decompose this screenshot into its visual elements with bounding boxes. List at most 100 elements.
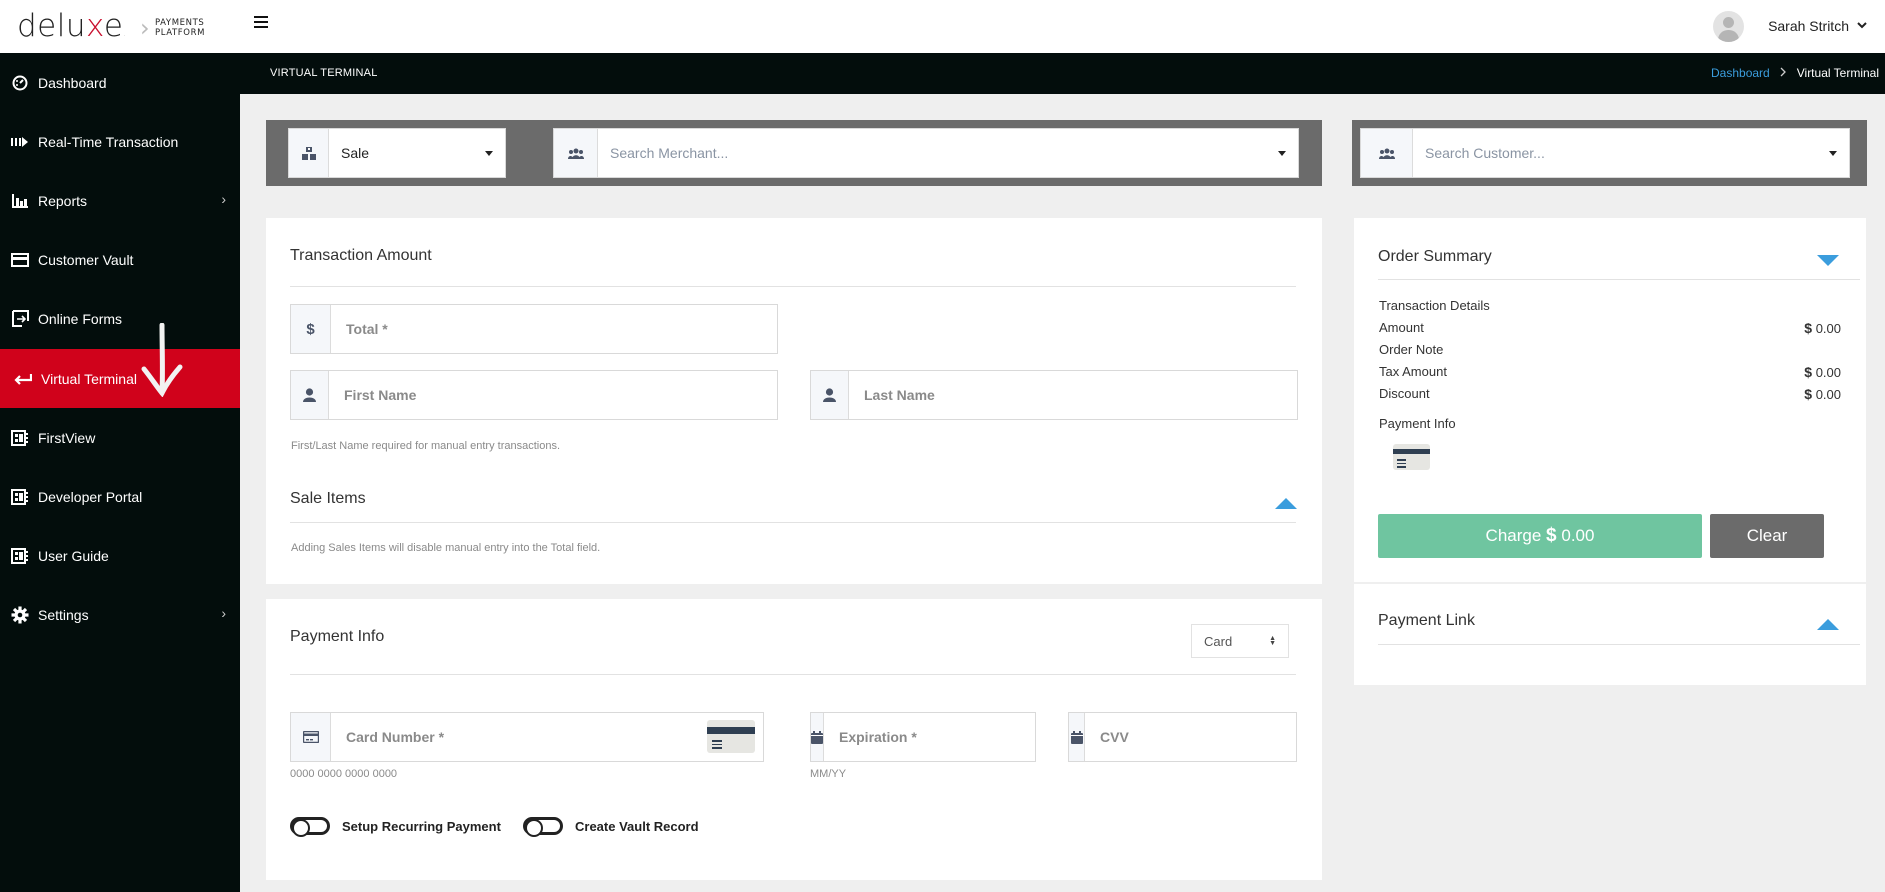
- user-name: Sarah Stritch: [1768, 18, 1849, 34]
- cvv-field[interactable]: [1068, 712, 1297, 762]
- toggle-switch[interactable]: [523, 817, 563, 837]
- sale-items-hint: Adding Sales Items will disable manual e…: [291, 542, 601, 554]
- sidebar-item-dashboard[interactable]: Dashboard: [0, 53, 240, 112]
- transaction-amount-title: Transaction Amount: [290, 247, 432, 264]
- sidebar-item-customer-vault[interactable]: Customer Vault: [0, 230, 240, 289]
- page-title: VIRTUAL TERMINAL: [270, 67, 378, 79]
- card-number-hint: 0000 0000 0000 0000: [290, 768, 398, 780]
- charge-button[interactable]: Charge $ 0.00: [1378, 514, 1702, 558]
- clear-button[interactable]: Clear: [1710, 514, 1824, 558]
- payment-link-card: Payment Link: [1354, 584, 1866, 685]
- breadcrumb-separator-icon: [1780, 66, 1787, 80]
- sidebar: Dashboard Real-Time Transaction Reports …: [0, 53, 240, 892]
- calendar-icon: [1069, 713, 1085, 761]
- divider: [290, 522, 1296, 523]
- card-number-field[interactable]: [290, 712, 764, 762]
- summary-row-discount: Discount $ 0.00: [1379, 386, 1841, 402]
- select-arrows-icon: ▲ ▼: [1269, 635, 1276, 647]
- chevron-right-icon: ›: [221, 605, 226, 621]
- document-icon: [11, 488, 29, 506]
- reports-icon: [11, 192, 29, 210]
- toggle-switch[interactable]: [290, 817, 330, 837]
- divider: [290, 674, 1296, 675]
- transaction-details-label: Transaction Details: [1379, 298, 1490, 313]
- order-summary-card: Order Summary Transaction Details Amount…: [1354, 218, 1866, 582]
- breadcrumb-dashboard-link[interactable]: Dashboard: [1711, 66, 1770, 80]
- order-summary-title: Order Summary: [1378, 248, 1492, 265]
- sidebar-item-virtual-terminal[interactable]: Virtual Terminal: [0, 349, 240, 408]
- dollar-icon: $: [291, 305, 331, 353]
- cvv-input[interactable]: [1085, 713, 1296, 761]
- logo-subtitle: PAYMENTS PLATFORM: [155, 18, 206, 38]
- user-menu[interactable]: Sarah Stritch: [1713, 8, 1867, 44]
- expand-order-summary-icon[interactable]: [1817, 255, 1839, 266]
- divider: [1378, 279, 1860, 280]
- boxes-icon: [289, 129, 329, 177]
- summary-row-amount: Amount $ 0.00: [1379, 320, 1841, 336]
- calendar-icon: [811, 713, 824, 761]
- payment-info-card: Payment Info Card ▲▼ 0000 0000 0000 0000…: [266, 599, 1322, 880]
- gear-icon: [11, 606, 29, 624]
- last-name-field[interactable]: [810, 370, 1298, 420]
- expiration-field[interactable]: [810, 712, 1036, 762]
- expiration-input[interactable]: [824, 713, 1035, 761]
- sidebar-item-developer-portal[interactable]: Developer Portal: [0, 467, 240, 526]
- sidebar-item-label: Real-Time Transaction: [38, 133, 179, 150]
- credit-card-icon: [291, 713, 331, 761]
- caret-down-icon: [1829, 150, 1837, 156]
- summary-row-tax: Tax Amount $ 0.00: [1379, 364, 1841, 380]
- users-icon: [1361, 129, 1413, 177]
- transaction-type-value: Sale: [341, 145, 370, 161]
- card-type-icon: [1393, 444, 1430, 470]
- customer-selector-bar: Search Customer...: [1352, 120, 1867, 186]
- chevron-right-icon: ›: [221, 191, 226, 207]
- logo-chevron-icon: ›: [140, 14, 150, 42]
- sidebar-item-label: Online Forms: [38, 310, 123, 327]
- vault-record-toggle[interactable]: Create Vault Record: [523, 817, 699, 837]
- customer-search-placeholder: Search Customer...: [1425, 145, 1545, 161]
- collapse-payment-link-icon[interactable]: [1817, 619, 1839, 630]
- sidebar-item-user-guide[interactable]: User Guide: [0, 526, 240, 585]
- sidebar-item-settings[interactable]: Settings ›: [0, 585, 240, 644]
- sale-items-title: Sale Items: [290, 490, 366, 507]
- hamburger-menu-icon[interactable]: [254, 16, 268, 28]
- breadcrumb-current: Virtual Terminal: [1796, 66, 1879, 80]
- customer-search-select[interactable]: Search Customer...: [1360, 128, 1850, 178]
- sidebar-item-label: Reports: [38, 192, 88, 209]
- transaction-type-select[interactable]: Sale: [288, 128, 506, 178]
- sidebar-item-real-time-transaction[interactable]: Real-Time Transaction: [0, 112, 240, 171]
- sidebar-item-label: User Guide: [38, 547, 109, 564]
- transaction-selector-bar: Sale Search Merchant...: [266, 120, 1322, 186]
- caret-down-icon: [1278, 150, 1286, 156]
- sidebar-item-online-forms[interactable]: Online Forms: [0, 289, 240, 348]
- total-input[interactable]: [331, 305, 777, 353]
- user-icon: [811, 371, 849, 419]
- merchant-search-placeholder: Search Merchant...: [610, 145, 729, 161]
- sidebar-item-reports[interactable]: Reports ›: [0, 171, 240, 230]
- deluxe-logo[interactable]: deluxe.: [17, 8, 127, 44]
- collapse-sale-items-icon[interactable]: [1275, 498, 1297, 509]
- realtime-icon: [11, 133, 29, 151]
- payment-method-select[interactable]: Card ▲ ▼: [1191, 624, 1289, 658]
- dashboard-icon: [11, 74, 29, 92]
- last-name-input[interactable]: [849, 371, 1297, 419]
- payment-link-title: Payment Link: [1378, 612, 1475, 629]
- sidebar-item-label: Developer Portal: [38, 488, 143, 505]
- transaction-amount-card: Transaction Amount $ First/Last Name req…: [266, 218, 1322, 584]
- recurring-payment-label: Setup Recurring Payment: [342, 818, 501, 834]
- card-number-input[interactable]: [331, 713, 707, 761]
- first-name-input[interactable]: [329, 371, 777, 419]
- users-icon: [554, 129, 598, 177]
- sidebar-item-firstview[interactable]: FirstView: [0, 408, 240, 467]
- sidebar-item-label: Virtual Terminal: [41, 370, 137, 387]
- document-icon: [11, 547, 29, 565]
- first-name-field[interactable]: [290, 370, 778, 420]
- merchant-search-select[interactable]: Search Merchant...: [553, 128, 1299, 178]
- forms-icon: [11, 310, 29, 328]
- divider: [290, 286, 1296, 287]
- vault-icon: [11, 251, 29, 269]
- sidebar-item-label: Dashboard: [38, 74, 107, 91]
- recurring-payment-toggle[interactable]: Setup Recurring Payment: [290, 817, 501, 837]
- total-field[interactable]: $: [290, 304, 778, 354]
- payment-info-title: Payment Info: [290, 628, 385, 645]
